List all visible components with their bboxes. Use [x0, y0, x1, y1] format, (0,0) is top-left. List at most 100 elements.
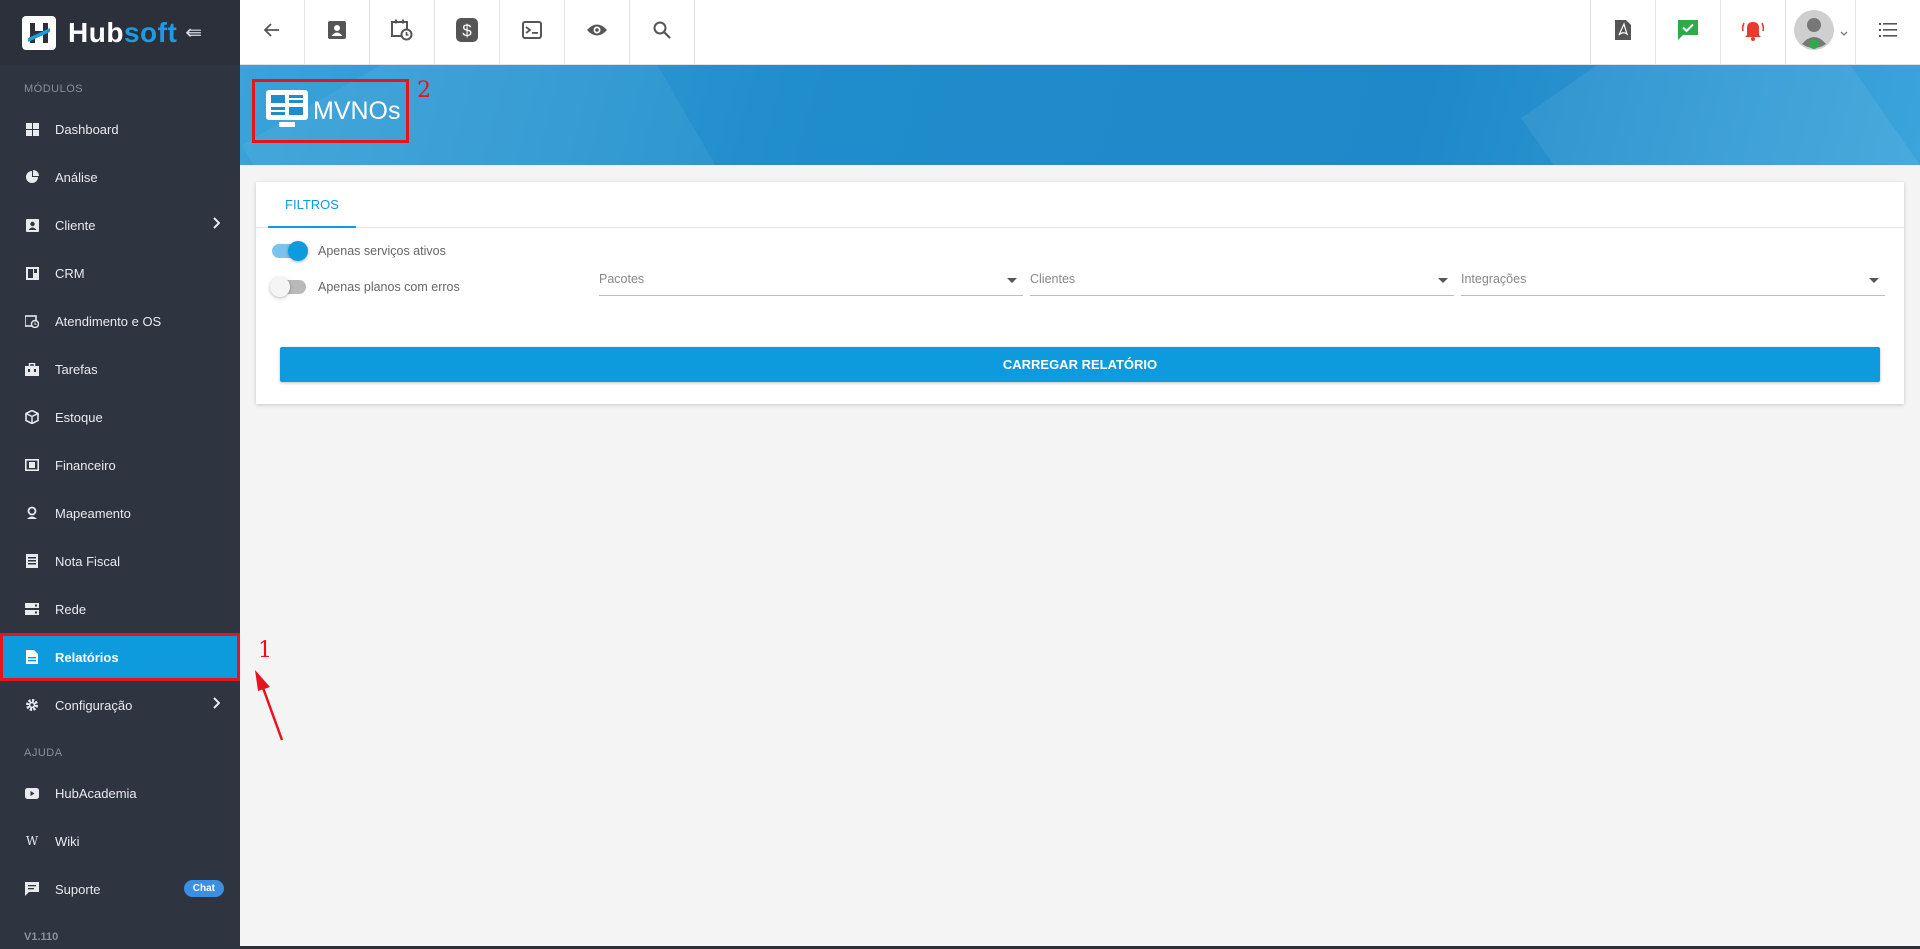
chat-icon: [24, 881, 40, 897]
sidebar-item-wiki[interactable]: W Wiki: [0, 817, 240, 865]
sidebar-item-label: Rede: [55, 601, 87, 617]
sidebar-item-configuracao[interactable]: Configuração: [0, 681, 240, 729]
calendar-clock-icon: [24, 313, 40, 329]
sidebar-item-label: Relatórios: [55, 649, 119, 665]
sidebar-item-analise[interactable]: Análise: [0, 153, 240, 201]
money-icon: [24, 457, 40, 473]
hubsoft-logo-icon[interactable]: [22, 15, 56, 50]
chevron-right-icon: [212, 697, 221, 712]
messages-button[interactable]: [1655, 0, 1720, 65]
service-orders-shortcut-button[interactable]: [370, 0, 435, 65]
report-monitor-icon: [265, 89, 309, 134]
youtube-icon: [24, 785, 40, 801]
sidebar-item-rede[interactable]: Rede: [0, 585, 240, 633]
view-shortcut-button[interactable]: [565, 0, 630, 65]
toggle-label: Apenas serviços ativos: [318, 244, 446, 258]
select-placeholder: Pacotes: [599, 272, 645, 286]
pdf-file-icon: [1615, 20, 1631, 45]
page-title: MVNOs: [313, 96, 401, 125]
sidebar-item-nota-fiscal[interactable]: Nota Fiscal: [0, 537, 240, 585]
app-version: V1.110: [24, 931, 59, 943]
list-menu-button[interactable]: [1855, 0, 1920, 65]
sidebar-item-label: Cliente: [55, 217, 96, 233]
report-icon: [24, 649, 40, 665]
calendar-clock-icon: [391, 19, 413, 46]
sidebar-item-relatorios[interactable]: Relatórios: [0, 633, 240, 681]
sidebar-item-crm[interactable]: CRM: [0, 249, 240, 297]
sidebar-item-label: Financeiro: [55, 457, 116, 473]
terminal-icon: [522, 21, 542, 44]
topbar: $: [240, 0, 1920, 65]
pdf-button[interactable]: [1590, 0, 1655, 65]
sidebar-item-label: Atendimento e OS: [55, 313, 162, 329]
sidebar-item-label: Estoque: [55, 409, 103, 425]
logo-text: Hubsoft: [68, 16, 178, 48]
caret-down-icon: [1869, 278, 1879, 283]
crm-icon: [24, 265, 40, 281]
user-menu-button[interactable]: [1785, 0, 1855, 65]
sidebar-item-cliente[interactable]: Cliente: [0, 201, 240, 249]
page-header-banner: MVNOs 2: [240, 65, 1920, 165]
sidebar-item-suporte[interactable]: Suporte Chat: [0, 865, 240, 913]
map-pin-icon: [24, 505, 40, 521]
terminal-shortcut-button[interactable]: [500, 0, 565, 65]
contact-card-icon: [24, 217, 40, 233]
server-icon: [24, 601, 40, 617]
chevron-down-icon: [1840, 24, 1848, 42]
sidebar-item-label: CRM: [55, 265, 85, 281]
select-placeholder: Clientes: [1030, 272, 1076, 286]
sidebar-item-label: Suporte: [55, 881, 101, 897]
sidebar-item-dashboard[interactable]: Dashboard: [0, 105, 240, 153]
search-button[interactable]: [630, 0, 695, 65]
section-label-modules: MÓDULOS: [24, 83, 84, 95]
briefcase-icon: [24, 361, 40, 377]
financial-shortcut-button[interactable]: $: [435, 0, 500, 65]
contact-card-icon: [328, 21, 346, 44]
topbar-right: [1590, 0, 1920, 65]
annotation-marker-2: 2: [417, 78, 431, 103]
toggle-switch-on[interactable]: [272, 241, 308, 261]
toggle-switch-off[interactable]: [270, 277, 306, 297]
chevron-right-icon: [212, 217, 221, 232]
section-label-help: AJUDA: [24, 747, 63, 759]
bell-alert-icon: [1741, 19, 1765, 46]
sidebar-item-label: HubAcademia: [55, 785, 137, 801]
sidebar-item-label: Tarefas: [55, 361, 98, 377]
page-title-highlight: MVNOs: [252, 79, 409, 143]
integrations-select[interactable]: Integrações: [1461, 268, 1885, 296]
toggle-plan-errors[interactable]: Apenas planos com erros: [270, 277, 460, 297]
toggle-active-services[interactable]: Apenas serviços ativos: [272, 241, 446, 261]
gear-icon: [24, 697, 40, 713]
list-icon: [1879, 23, 1897, 42]
wikipedia-icon: W: [25, 834, 39, 848]
sidebar-item-label: Análise: [55, 169, 98, 185]
notifications-button[interactable]: [1720, 0, 1785, 65]
sidebar-item-mapeamento[interactable]: Mapeamento: [0, 489, 240, 537]
load-report-button[interactable]: CARREGAR RELATÓRIO: [280, 347, 1880, 382]
back-button[interactable]: [240, 0, 305, 65]
sidebar-item-label: Mapeamento: [55, 505, 131, 521]
svg-text:$: $: [462, 21, 472, 40]
chat-badge[interactable]: Chat: [183, 880, 224, 897]
sidebar-item-label: Dashboard: [55, 121, 119, 137]
avatar: [1793, 8, 1838, 57]
clients-shortcut-button[interactable]: [305, 0, 370, 65]
sidebar-item-tarefas[interactable]: Tarefas: [0, 345, 240, 393]
packages-select[interactable]: Pacotes: [599, 268, 1023, 296]
annotation-marker-1: 1: [258, 638, 272, 663]
chat-check-icon: [1678, 20, 1698, 45]
sidebar-item-atendimento[interactable]: Atendimento e OS: [0, 297, 240, 345]
tab-bar: FILTROS: [256, 182, 1904, 228]
sidebar-item-estoque[interactable]: Estoque: [0, 393, 240, 441]
toggle-label: Apenas planos com erros: [318, 280, 460, 294]
filters-card: FILTROS Apenas serviços ativos Apenas pl…: [256, 182, 1904, 404]
search-icon: [653, 21, 671, 44]
tab-filtros[interactable]: FILTROS: [268, 182, 356, 228]
sidebar-item-financeiro[interactable]: Financeiro: [0, 441, 240, 489]
sidebar-item-hubacademia[interactable]: HubAcademia: [0, 769, 240, 817]
sidebar: Hubsoft ⇚ MÓDULOS Dashboard Análise Clie…: [0, 0, 240, 949]
pie-chart-icon: [24, 169, 40, 185]
collapse-menu-icon[interactable]: ⇚: [185, 20, 202, 45]
clients-select[interactable]: Clientes: [1030, 268, 1454, 296]
arrow-left-icon: [263, 23, 280, 42]
